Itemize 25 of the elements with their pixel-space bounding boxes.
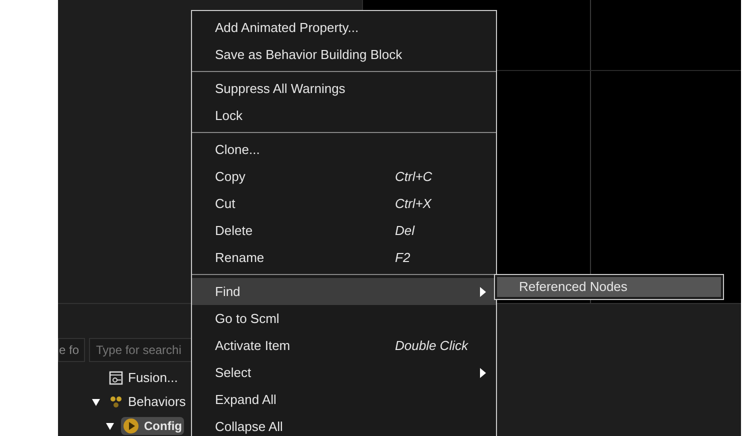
menu-item[interactable]: Add Animated Property... <box>192 14 496 41</box>
menu-item[interactable]: Activate Item Double Click <box>192 332 496 359</box>
dots-icon <box>109 395 123 409</box>
menu-item[interactable]: Referenced Nodes <box>497 277 721 297</box>
menu-item[interactable]: Find <box>192 278 496 305</box>
menu-item[interactable]: Collapse All <box>192 413 496 436</box>
menu-item[interactable]: Cut Ctrl+X <box>192 190 496 217</box>
menu-item[interactable]: Save as Behavior Building Block <box>192 41 496 68</box>
menu-item[interactable]: Lock <box>192 102 496 129</box>
menu-item[interactable]: Clone... <box>192 136 496 163</box>
menu-item[interactable]: Rename F2 <box>192 244 496 271</box>
menu-item[interactable]: Select <box>192 359 496 386</box>
menu-item[interactable]: Go to Scml <box>192 305 496 332</box>
play-icon <box>123 418 139 434</box>
menu-item[interactable]: Copy Ctrl+C <box>192 163 496 190</box>
expanded-arrow-icon[interactable] <box>105 421 115 431</box>
menu-item[interactable]: Suppress All Warnings <box>192 75 496 102</box>
menu-item[interactable]: Expand All <box>192 386 496 413</box>
expanded-arrow-icon[interactable] <box>91 397 101 407</box>
tree-item[interactable]: Fusion... <box>107 368 180 388</box>
filter-field[interactable]: e fo <box>58 338 85 362</box>
tree-item[interactable]: Config <box>121 417 184 435</box>
tree-item[interactable]: Behaviors <box>107 392 188 412</box>
document-icon <box>109 371 123 385</box>
menu-item[interactable]: Delete Del <box>192 217 496 244</box>
